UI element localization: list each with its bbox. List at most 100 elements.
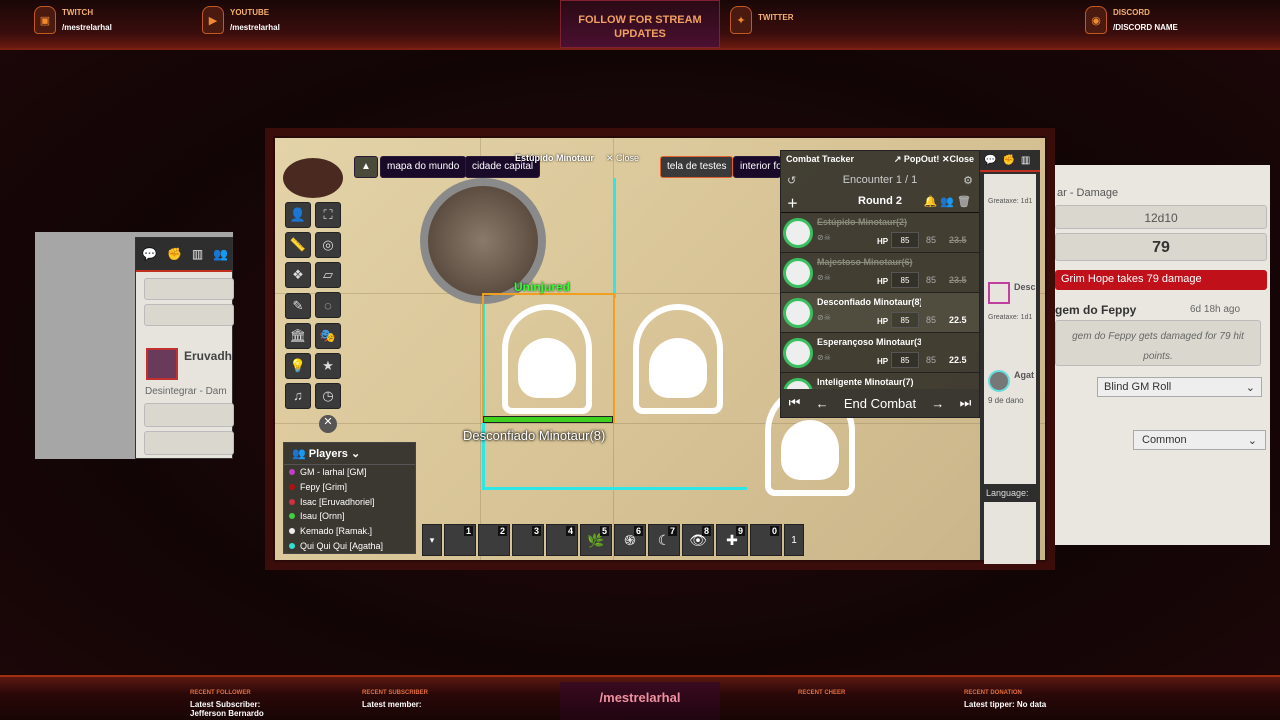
tiles-tool-icon[interactable]: ❖ (285, 262, 311, 288)
ruler-tool-icon[interactable]: ▱ (315, 262, 341, 288)
macro-slot[interactable]: ✚ 9 (716, 524, 748, 556)
scenes-tab-icon[interactable]: ▥ (1021, 155, 1030, 166)
chat-tab-icon[interactable]: 💬 (142, 247, 157, 261)
gear-icon[interactable]: ⚙ (963, 174, 973, 187)
star-tool-icon[interactable]: ★ (315, 352, 341, 379)
damage-banner: Grim Hope takes 79 damage (1055, 270, 1267, 290)
combatant-row[interactable]: Desconfiado Minotaur(8) ⊘☠ HP 85 85 22.5 (781, 293, 979, 333)
players-list: 👥 Players ⌄ GM - larhal [GM] Fepy [Grim] I… (283, 442, 416, 554)
player-color-dot (289, 469, 295, 476)
macro-slot[interactable]: 4 (546, 524, 578, 556)
roll-total: 79 (1152, 239, 1170, 256)
hotbar-page-control[interactable]: 1 (784, 524, 804, 556)
sound-tool-icon[interactable]: ♫ (285, 382, 311, 409)
follow-banner: FOLLOW FOR STREAM UPDATES (560, 0, 720, 48)
avatar (146, 348, 178, 380)
macro-slot[interactable]: 2 (478, 524, 510, 556)
twitter-icon: ✦ (730, 6, 752, 34)
nav-toggle-button[interactable]: ▲ (354, 156, 378, 178)
roll-mode-select[interactable]: Blind GM Roll ⌄ (1097, 377, 1262, 397)
social-twitter: ✦ TWITTER (730, 6, 794, 34)
last-turn-button[interactable]: ⏭ (960, 395, 972, 411)
player-item[interactable]: Qui Qui Qui [Agatha] (284, 538, 415, 553)
language-select[interactable]: Common ⌄ (1133, 430, 1266, 450)
hp-input[interactable]: 85 (891, 312, 919, 328)
macro-slot[interactable]: 👁 8 (682, 524, 714, 556)
close-button[interactable]: ✕ Close (606, 153, 639, 164)
combatant-row[interactable]: Estúpido Minotaur(2) ⊘☠ HP 85 85 23.5 (781, 213, 979, 253)
social-twitch: ▣ TWITCH/mestrelarhal (34, 6, 112, 34)
close-icon[interactable]: ✕ (319, 415, 337, 433)
chat-tab-icon[interactable]: 💬 (984, 155, 996, 166)
player-color-dot (289, 542, 295, 549)
combat-tracker: Combat Tracker ↗ PopOut! ✕Close ↺ Encounte… (780, 150, 980, 418)
player-color-dot (289, 528, 295, 535)
macro-slot[interactable]: ֍ 6 (614, 524, 646, 556)
player-color-dot (289, 484, 295, 491)
hp-input[interactable]: 85 (891, 232, 919, 248)
first-turn-button[interactable]: ⏮ (789, 395, 801, 411)
chat-log: ar - Damage 12d10 79 Grim Hope takes 79 … (1055, 165, 1270, 545)
combat-tab-icon[interactable]: ✊ (1002, 155, 1014, 166)
combatant-row[interactable]: Esperançoso Minotaur(3) ⊘☠ HP 85 85 22.5 (781, 333, 979, 373)
chat-message-input[interactable] (984, 502, 1036, 564)
player-item[interactable]: Isac [Eruvadhoriel] (284, 494, 415, 509)
discord-icon: ◉ (1085, 6, 1107, 34)
macro-slot[interactable]: 1 (444, 524, 476, 556)
player-item[interactable]: Isau [Ornn] (284, 509, 415, 524)
combatant-avatar (783, 298, 813, 328)
recent-donation: RECENT DONATION Latest tipper: No data (964, 690, 1047, 709)
macro-slot[interactable]: 🌿 5 (580, 524, 612, 556)
walls-tool-icon[interactable]: 🏛 (285, 322, 311, 349)
round-label: Round 2 (858, 195, 902, 207)
player-item[interactable]: Kemado [Ramak.] (284, 524, 415, 539)
visibility-tool-icon[interactable]: ◌ (315, 292, 341, 318)
combatant-row[interactable]: Majestoso Minotaur(6) ⊘☠ HP 85 85 23.5 (781, 253, 979, 293)
visibility-skull-icons[interactable]: ⊘☠ (817, 233, 831, 242)
roll-formula: 12d10 (1144, 211, 1178, 225)
select-tool-icon[interactable]: ⛶ (315, 202, 341, 228)
tooltip-title: Estúpido Minotaur (515, 153, 594, 163)
encounter-label: Encounter 1 / 1 (842, 174, 918, 186)
hp-input[interactable]: 85 (891, 352, 919, 368)
close-button[interactable]: ✕Close (942, 154, 974, 164)
end-combat-button[interactable]: End Combat (844, 396, 916, 411)
health-bar (483, 416, 613, 423)
popout-button[interactable]: ↗ PopOut! (894, 154, 940, 164)
visibility-skull-icons[interactable]: ⊘☠ (817, 273, 831, 282)
clock-icon[interactable]: ◷ (315, 383, 341, 409)
previous-turn-button[interactable]: ← (816, 396, 829, 411)
scene-tab[interactable]: tela de testes (660, 156, 734, 178)
light-tool-icon[interactable]: 💡 (285, 352, 311, 379)
social-discord: ◉ DISCORD/DISCORD NAME (1085, 6, 1178, 34)
measure-tool-icon[interactable]: 📏 (285, 232, 311, 258)
target-tool-icon[interactable]: ◎ (315, 232, 341, 258)
minotaur-token[interactable] (613, 296, 743, 421)
macro-directory-button[interactable]: ▾ (422, 524, 442, 556)
next-turn-button[interactable]: → (931, 396, 944, 411)
player-item[interactable]: GM - larhal [GM] (284, 465, 415, 480)
recent-cheer: RECENT CHEER (798, 690, 846, 696)
macro-slot[interactable]: 0 (750, 524, 782, 556)
users-icon: 👥 (292, 448, 309, 460)
visibility-skull-icons[interactable]: ⊘☠ (817, 313, 831, 322)
reset-icon[interactable]: ↺ (787, 174, 796, 187)
scenes-tab-icon[interactable]: ▥ (192, 247, 203, 261)
token-tool-icon[interactable]: 👤 (285, 202, 311, 228)
masks-tool-icon[interactable]: 🎭 (315, 322, 341, 349)
scene-tab[interactable]: mapa do mundo (380, 156, 467, 178)
scene-tab[interactable]: interior fo (733, 156, 781, 178)
macro-slot[interactable]: ☾ 7 (648, 524, 680, 556)
combat-tab-icon[interactable]: ✊ (167, 247, 182, 261)
avatar (988, 370, 1010, 392)
minotaur-token-selected[interactable] (482, 296, 612, 421)
draw-tool-icon[interactable]: ✎ (285, 292, 311, 319)
hp-input[interactable]: 85 (891, 272, 919, 288)
add-combatant-icon[interactable]: ＋ (787, 195, 798, 211)
visibility-skull-icons[interactable]: ⊘☠ (817, 353, 831, 362)
macro-slot[interactable]: 3 (512, 524, 544, 556)
actors-tab-icon[interactable]: 👥 (213, 247, 228, 261)
round-controls[interactable]: 🔔 👥 🗑 (924, 195, 971, 208)
players-toggle[interactable]: Players (309, 448, 348, 460)
player-item[interactable]: Fepy [Grim] (284, 480, 415, 495)
